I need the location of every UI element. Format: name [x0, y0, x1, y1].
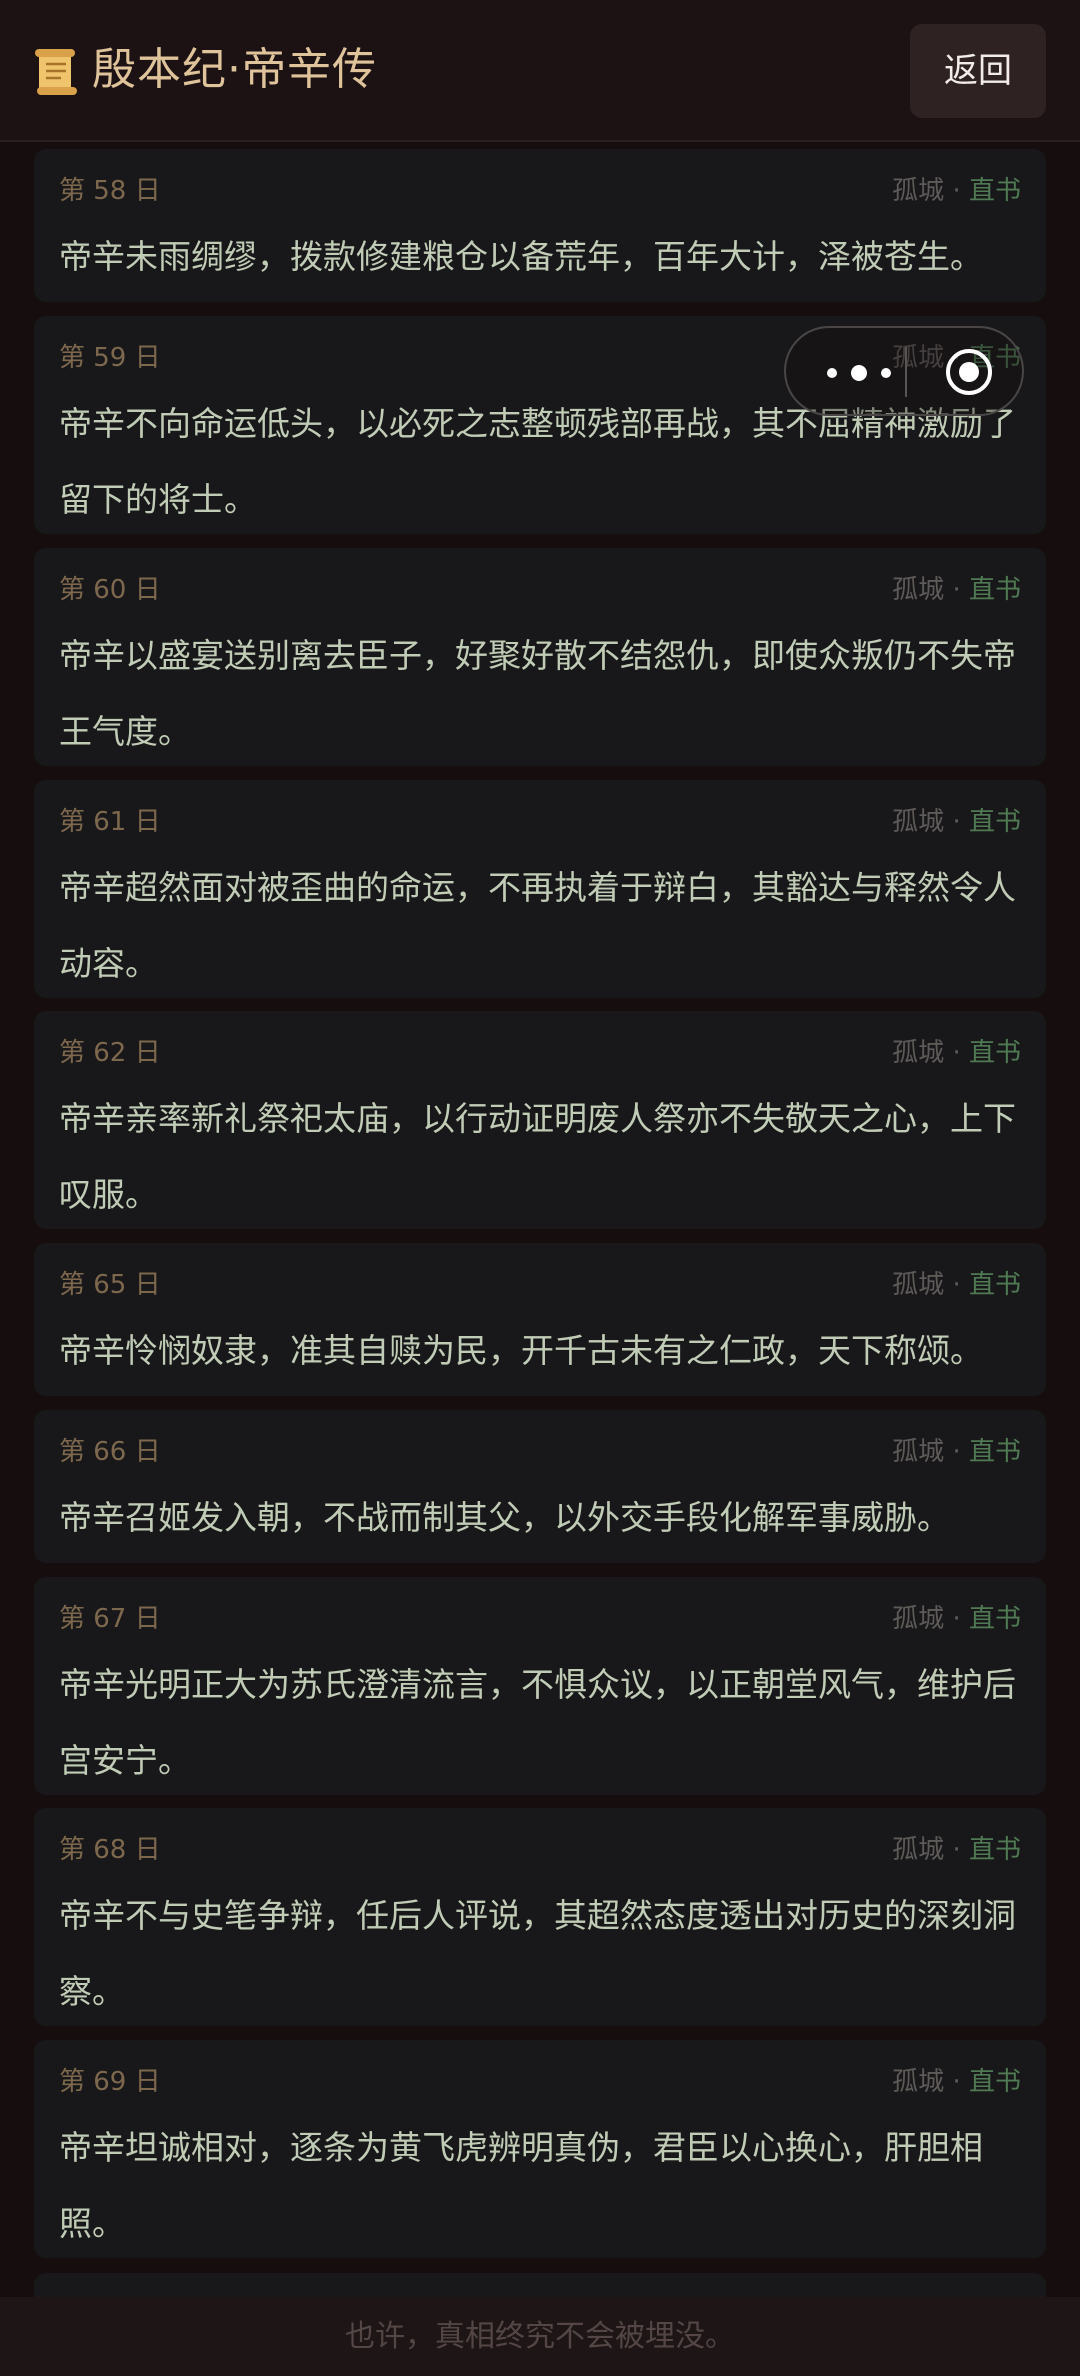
entry-tag-type: 直书	[968, 176, 1021, 206]
entry-tag-separator: ·	[944, 575, 969, 605]
entry-tag-location: 孤城	[892, 1270, 945, 1300]
entry-tags: 孤城 · 直书	[892, 1602, 1021, 1636]
entry-tags: 孤城 · 直书	[892, 1435, 1021, 1469]
entry-tag-type: 直书	[968, 1270, 1021, 1300]
entry-text: 帝辛未雨绸缪，拨款修建粮仓以备荒年，百年大计，泽被苍生。	[59, 237, 983, 276]
entry-text: 帝辛召姬发入朝，不战而制其父，以外交手段化解军事威胁。	[59, 1498, 950, 1537]
list-item: 第 58 日 孤城 · 直书 帝辛未雨绸缪，拨款修建粮仓以备荒年，百年大计，泽被…	[34, 149, 1046, 302]
page-title: 殷本纪·帝辛传	[92, 44, 377, 95]
entry-tag-type: 直书	[968, 1835, 1021, 1865]
entry-tag-separator: ·	[944, 1270, 969, 1300]
entry-day: 第 67 日	[59, 1604, 161, 1634]
entry-tag-separator: ·	[944, 1604, 969, 1634]
entry-tags: 孤城 · 直书	[892, 1268, 1021, 1302]
entry-tags: 孤城 · 直书	[892, 573, 1021, 607]
entry-day: 第 68 日	[59, 1835, 161, 1865]
more-dots-icon[interactable]	[818, 358, 900, 388]
entry-tags: 孤城 · 直书	[892, 174, 1021, 208]
entry-day: 第 66 日	[59, 1437, 161, 1467]
entry-day: 第 60 日	[59, 575, 161, 605]
entry-day: 第 61 日	[59, 807, 161, 837]
entry-tag-location: 孤城	[892, 176, 945, 206]
entry-tag-location: 孤城	[892, 1604, 945, 1634]
entry-tag-separator: ·	[944, 2067, 969, 2097]
entry-tag-type: 直书	[968, 2067, 1021, 2097]
entry-tags: 孤城 · 直书	[892, 2065, 1021, 2099]
entry-tag-location: 孤城	[892, 2067, 945, 2097]
entry-tags: 孤城 · 直书	[892, 1036, 1021, 1070]
scroll-icon	[35, 49, 77, 95]
entry-tag-type: 直书	[968, 1604, 1021, 1634]
entry-day: 第 65 日	[59, 1270, 161, 1300]
entry-tags: 孤城 · 直书	[892, 805, 1021, 839]
top-bar: 殷本纪·帝辛传 返回	[0, 0, 1080, 142]
list-item: 第 66 日 孤城 · 直书 帝辛召姬发入朝，不战而制其父，以外交手段化解军事威…	[34, 1410, 1046, 1563]
entry-tag-type: 直书	[968, 807, 1021, 837]
entry-tags: 孤城 · 直书	[892, 1833, 1021, 1867]
entry-tag-type: 直书	[968, 1437, 1021, 1467]
entry-tag-type: 直书	[968, 575, 1021, 605]
list-item: 第 69 日 孤城 · 直书 帝辛坦诚相对，逐条为黄飞虎辨明真伪，君臣以心换心，…	[34, 2040, 1046, 2258]
entry-day: 第 69 日	[59, 2067, 161, 2097]
entry-text: 帝辛不与史笔争辩，任后人评说，其超然态度透出对历史的深刻洞察。	[59, 1896, 1016, 2011]
entry-tag-location: 孤城	[892, 807, 945, 837]
back-button[interactable]: 返回	[910, 24, 1046, 118]
entry-tag-separator: ·	[944, 1038, 969, 1068]
entry-tag-separator: ·	[944, 807, 969, 837]
entry-tag-separator: ·	[944, 176, 969, 206]
entry-day: 第 59 日	[59, 343, 161, 373]
list-item: 第 65 日 孤城 · 直书 帝辛怜悯奴隶，准其自赎为民，开千古未有之仁政，天下…	[34, 1243, 1046, 1396]
capsule-divider	[905, 347, 907, 397]
entry-tag-type: 直书	[968, 1038, 1021, 1068]
entry-tag-location: 孤城	[892, 1437, 945, 1467]
entry-text: 帝辛以盛宴送别离去臣子，好聚好散不结怨仇，即使众叛仍不失帝王气度。	[59, 636, 1016, 751]
list-item: 第 67 日 孤城 · 直书 帝辛光明正大为苏氏澄清流言，不惧众议，以正朝堂风气…	[34, 1577, 1046, 1795]
entry-day: 第 58 日	[59, 176, 161, 206]
mini-program-capsule	[784, 326, 1024, 416]
entry-text: 帝辛亲率新礼祭祀太庙，以行动证明废人祭亦不失敬天之心，上下叹服。	[59, 1099, 1016, 1214]
entry-tag-separator: ·	[944, 1835, 969, 1865]
entry-tag-location: 孤城	[892, 575, 945, 605]
entry-tag-location: 孤城	[892, 1835, 945, 1865]
entry-text: 帝辛光明正大为苏氏澄清流言，不惧众议，以正朝堂风气，维护后宫安宁。	[59, 1665, 1016, 1780]
list-item: 第 62 日 孤城 · 直书 帝辛亲率新礼祭祀太庙，以行动证明废人祭亦不失敬天之…	[34, 1011, 1046, 1229]
entry-day: 第 62 日	[59, 1038, 161, 1068]
entry-text: 帝辛超然面对被歪曲的命运，不再执着于辩白，其豁达与释然令人动容。	[59, 868, 1016, 983]
footer-quote: 也许，真相终究不会被埋没。	[0, 2297, 1080, 2376]
entry-tag-location: 孤城	[892, 1038, 945, 1068]
target-close-icon[interactable]	[944, 347, 994, 397]
entry-text: 帝辛坦诚相对，逐条为黄飞虎辨明真伪，君臣以心换心，肝胆相照。	[59, 2128, 983, 2243]
list-item: 第 61 日 孤城 · 直书 帝辛超然面对被歪曲的命运，不再执着于辩白，其豁达与…	[34, 780, 1046, 998]
entry-text: 帝辛怜悯奴隶，准其自赎为民，开千古未有之仁政，天下称颂。	[59, 1331, 983, 1370]
entry-tag-separator: ·	[944, 1437, 969, 1467]
list-item: 第 68 日 孤城 · 直书 帝辛不与史笔争辩，任后人评说，其超然态度透出对历史…	[34, 1808, 1046, 2026]
list-item: 第 60 日 孤城 · 直书 帝辛以盛宴送别离去臣子，好聚好散不结怨仇，即使众叛…	[34, 548, 1046, 766]
